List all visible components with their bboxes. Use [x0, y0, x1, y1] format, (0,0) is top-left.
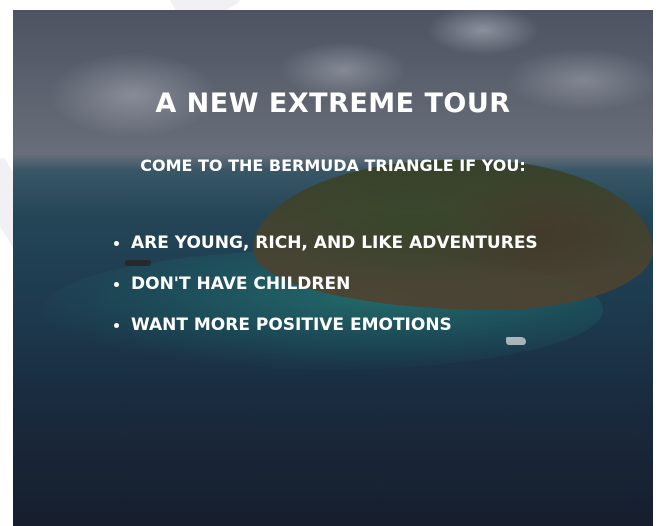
bullet-text: WANT MORE POSITIVE EMOTIONS — [131, 315, 452, 335]
bullet-text: DON'T HAVE CHILDREN — [131, 274, 351, 294]
bullet-item: DON'T HAVE CHILDREN — [111, 273, 538, 314]
poster-title: A NEW EXTREME TOUR — [155, 88, 511, 119]
bullet-item: WANT MORE POSITIVE EMOTIONS — [111, 314, 538, 355]
bullet-dot-icon — [114, 282, 119, 287]
bullet-item: ARE YOUNG, RICH, AND LIKE ADVENTURES — [111, 232, 538, 273]
bullet-text: ARE YOUNG, RICH, AND LIKE ADVENTURES — [131, 233, 538, 253]
page: A NEW EXTREME TOUR COME TO THE BERMUDA T… — [0, 0, 659, 526]
bullet-dot-icon — [114, 323, 119, 328]
bullet-dot-icon — [114, 241, 119, 246]
poster-image: A NEW EXTREME TOUR COME TO THE BERMUDA T… — [13, 10, 653, 526]
bullet-list: ARE YOUNG, RICH, AND LIKE ADVENTURES DON… — [111, 232, 538, 355]
poster-subtitle: COME TO THE BERMUDA TRIANGLE IF YOU: — [140, 156, 526, 175]
